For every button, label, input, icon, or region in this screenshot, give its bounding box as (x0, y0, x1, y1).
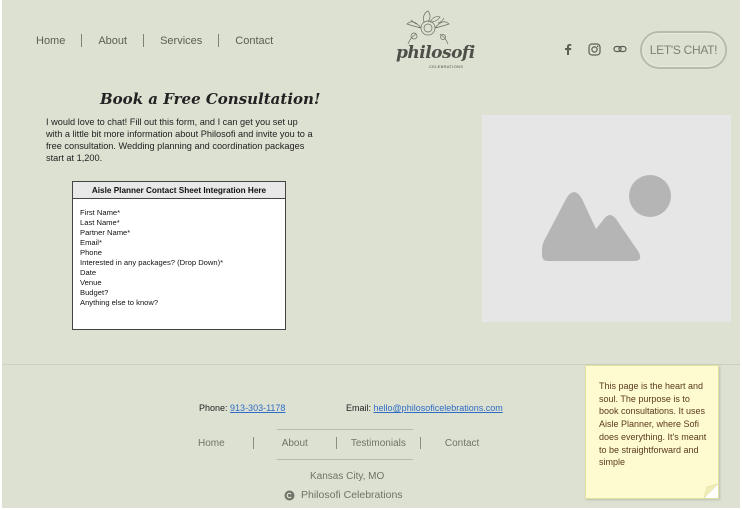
field-anything-else: Anything else to know? (80, 298, 159, 307)
main-nav: Home About Services Contact (32, 34, 277, 47)
footer-nav-divider (419, 437, 421, 449)
email-label: Email: (346, 403, 372, 413)
logo-subtitle: CELEBRATIONS (429, 64, 464, 69)
contact-form-placeholder: Aisle Planner Contact Sheet Integration … (72, 181, 286, 330)
footer-copyright: Philosofi Celebrations (284, 489, 403, 501)
field-first-name: First Name* (80, 208, 121, 217)
facebook-icon[interactable] (560, 41, 576, 57)
footer-phone: Phone: 913-303-1178 (199, 403, 285, 413)
copyright-icon (284, 490, 295, 500)
footer-nav-divider (335, 437, 337, 449)
nav-home-link[interactable]: Home (32, 35, 69, 47)
nav-services-link[interactable]: Services (156, 35, 206, 47)
footer-location: Kansas City, MO (310, 471, 385, 482)
instagram-icon[interactable] (586, 41, 602, 57)
field-budget: Budget? (80, 288, 109, 297)
nav-about-link[interactable]: About (94, 35, 131, 47)
intro-text: I would love to chat! Fill out this form… (46, 117, 313, 163)
footer-divider (277, 459, 413, 460)
field-last-name: Last Name* (80, 218, 120, 227)
email-link[interactable]: hello@philosoficelebrations.com (374, 403, 503, 413)
nav-divider (81, 34, 83, 47)
form-title: Aisle Planner Contact Sheet Integration … (73, 182, 285, 199)
field-email: Email* (80, 238, 102, 247)
field-packages: Interested in any packages? (Drop Down)* (80, 258, 224, 267)
lets-chat-button[interactable]: LET'S CHAT! (640, 31, 727, 69)
nav-divider (143, 34, 145, 47)
social-links (560, 41, 628, 57)
footer-home-link[interactable]: Home (198, 438, 225, 449)
page-title: Book a Free Consultation! (100, 90, 321, 108)
sticky-note-text: This page is the heart and soul. The pur… (599, 381, 707, 468)
nav-contact-link[interactable]: Contact (231, 35, 277, 47)
brand-logo[interactable]: philosofi CELEBRATIONS (386, 8, 475, 74)
form-field-list: First Name* Last Name* Partner Name* Ema… (73, 199, 285, 308)
page: Home About Services Contact philosofi CE… (2, 0, 740, 508)
sticky-note: This page is the heart and soul. The pur… (585, 365, 719, 499)
nav-divider (218, 34, 220, 47)
phone-link[interactable]: 913-303-1178 (230, 403, 285, 413)
image-placeholder (482, 115, 731, 322)
field-venue: Venue (80, 278, 102, 287)
footer-testimonials-link[interactable]: Testimonials (351, 438, 406, 449)
copyright-text: Philosofi Celebrations (301, 489, 403, 501)
logo-wordmark: philosofi (396, 43, 475, 63)
footer-divider (277, 429, 413, 430)
footer-nav-divider (252, 437, 254, 449)
image-placeholder-icon (542, 175, 671, 261)
field-phone: Phone (80, 248, 102, 257)
field-date: Date (80, 268, 97, 277)
footer-email: Email: hello@philosoficelebrations.com (346, 403, 503, 413)
phone-label: Phone: (199, 403, 228, 413)
footer-about-link[interactable]: About (282, 438, 308, 449)
link-icon[interactable] (612, 41, 628, 57)
footer-contact-link[interactable]: Contact (445, 438, 479, 449)
footer-nav: Home About Testimonials Contact (198, 437, 479, 449)
note-fold-icon (704, 484, 718, 498)
field-partner-name: Partner Name* (80, 228, 131, 237)
